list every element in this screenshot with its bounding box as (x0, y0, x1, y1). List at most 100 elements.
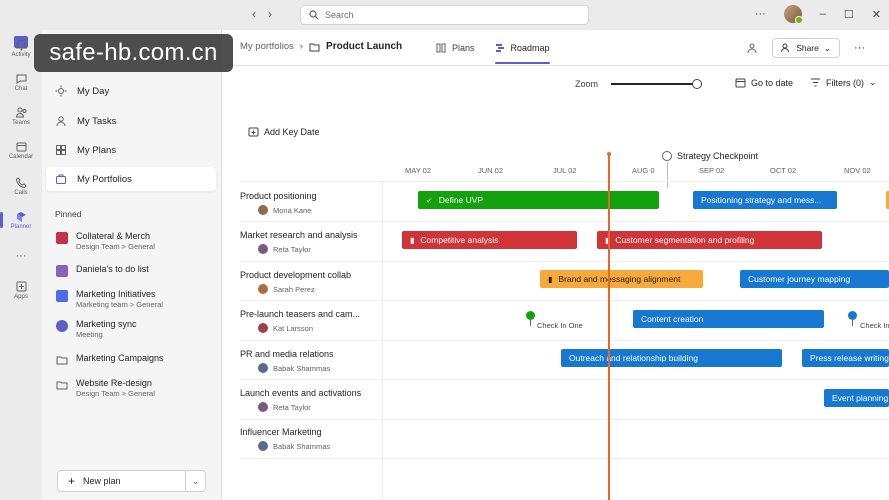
bar-label: Define UVP (438, 195, 484, 205)
key-date-checkpoint[interactable]: Strategy Checkpoint (662, 151, 758, 161)
pinned-title: Marketing Campaigns (76, 353, 164, 363)
rail-label: Activity (11, 52, 31, 58)
bar-label: Customer segmentation and profiling (615, 235, 755, 245)
zoom-slider[interactable] (611, 83, 702, 85)
roadmap-bar[interactable]: Press release writing (802, 349, 889, 367)
roadmap-bar[interactable]: Customer journey mapping (740, 270, 889, 288)
nav-my-portfolios[interactable]: My Portfolios (46, 167, 216, 191)
pinned-plan[interactable]: Marketing Initiatives Marketing team > Ge… (56, 289, 163, 310)
more-options-icon[interactable]: ··· (755, 8, 766, 20)
folder-icon (309, 42, 320, 52)
roadmap-row[interactable] (240, 379, 889, 419)
share-button[interactable]: Share ⌄ (772, 38, 840, 58)
search-input[interactable]: Search (300, 5, 589, 25)
row-title[interactable]: Influencer Marketing (240, 427, 322, 437)
rail-label: Planner (10, 224, 32, 230)
rail-planner[interactable]: Planner (0, 210, 42, 230)
roadmap-bar[interactable]: Positioning strategy and mess... (693, 191, 837, 209)
roadmap-toolbar: Zoom Go to date Filters (0) ⌄ (222, 70, 889, 98)
members-icon[interactable] (746, 42, 758, 54)
row-title[interactable]: Launch events and activations (240, 388, 361, 398)
share-label: Share (796, 43, 819, 53)
roadmap-bar[interactable]: ▮ Competitive analysis (402, 231, 577, 249)
nav-my-plans[interactable]: My Plans (55, 144, 116, 156)
user-avatar[interactable] (783, 5, 803, 24)
rail-label: Chat (14, 86, 28, 92)
roadmap-row[interactable] (240, 419, 889, 459)
close-icon[interactable]: ✕ (872, 8, 881, 21)
zoom-slider-thumb[interactable] (692, 79, 703, 89)
bar-label: Brand and messaging alignment (558, 274, 681, 284)
filters-button[interactable]: Filters (0) ⌄ (810, 77, 877, 88)
go-to-date-button[interactable]: Go to date (735, 77, 793, 88)
back-arrow-icon[interactable]: ‹ (252, 7, 256, 21)
milestone-marker[interactable] (848, 311, 857, 326)
more-options-icon[interactable]: ··· (854, 42, 865, 54)
apps-icon (16, 281, 26, 292)
row-title[interactable]: PR and media relations (240, 349, 334, 359)
planner-icon (16, 212, 26, 222)
loop-icon (56, 320, 68, 332)
rail-chat[interactable]: Chat (0, 72, 42, 92)
owner-avatar (258, 244, 268, 254)
owner-avatar (258, 441, 268, 451)
roadmap-bar[interactable]: ✓ Define UVP (418, 191, 659, 209)
pinned-plan[interactable]: Marketing sync Meeting (56, 319, 137, 340)
new-plan-button[interactable]: + New plan ⌄ (57, 470, 206, 492)
tab-label: Plans (452, 43, 475, 53)
owner-avatar (258, 402, 268, 412)
month-label: NOV 02 (844, 166, 871, 175)
rail-apps[interactable]: Apps (0, 280, 42, 300)
filter-icon (811, 78, 820, 87)
calendar-add-icon (248, 127, 259, 137)
title-bar: ‹ › Search ··· – ☐ ✕ (0, 0, 889, 30)
pinned-plan[interactable]: Collateral & Merch Design Team > General (56, 231, 155, 252)
rail-more[interactable]: ··· (0, 250, 42, 262)
roadmap-bar[interactable]: ▮Customer segmentation and profiling (597, 231, 822, 249)
nav-my-day[interactable]: My Day (55, 85, 109, 97)
pinned-title: Daniela's to do list (76, 264, 149, 274)
roadmap-bar[interactable]: Outreach and relationship building (561, 349, 782, 367)
row-title[interactable]: Pre-launch teasers and cam... (240, 309, 360, 319)
timeline-months: MAY 02 JUN 02 JUL 02 AUG 0 SEP 02 OCT 02… (222, 166, 889, 180)
tab-plans[interactable]: Plans (436, 30, 475, 66)
row-title[interactable]: Market research and analysis (240, 230, 358, 240)
folder-icon (56, 379, 68, 391)
plus-icon: + (68, 474, 76, 488)
rail-label: Teams (12, 120, 30, 126)
milestone-label: Check In One (537, 321, 583, 330)
breadcrumb-parent[interactable]: My portfolios (240, 41, 294, 52)
folder-icon (56, 354, 68, 366)
milestone-marker[interactable] (526, 311, 535, 326)
calendar-icon (16, 142, 26, 152)
pinned-subtitle: Design Team > General (76, 389, 155, 398)
pinned-plan[interactable]: Website Re-design Design Team > General (56, 378, 155, 399)
roadmap-bar[interactable]: Event planning (824, 389, 889, 407)
nav-label: My Plans (77, 144, 117, 156)
roadmap-bar[interactable]: ▮ Brand and messaging alignment (540, 270, 703, 288)
minimize-icon[interactable]: – (820, 8, 826, 20)
roadmap-bar[interactable]: Content creation (633, 310, 824, 328)
row-title[interactable]: Product development collab (240, 270, 351, 280)
nav-label: My Day (77, 85, 110, 97)
history-nav: ‹ › (252, 7, 272, 21)
tab-roadmap[interactable]: Roadmap (494, 30, 550, 66)
nav-my-tasks[interactable]: My Tasks (55, 115, 116, 127)
pinned-plan[interactable]: Daniela's to do list (56, 264, 149, 277)
row-owner: Reta Taylor (273, 403, 311, 412)
milestone-label: Check In (860, 321, 889, 330)
owner-avatar (258, 205, 268, 215)
maximize-icon[interactable]: ☐ (844, 8, 854, 21)
row-title[interactable]: Product positioning (240, 191, 317, 201)
rail-calendar[interactable]: Calendar (0, 140, 42, 160)
search-placeholder: Search (325, 10, 354, 20)
chevron-down-icon: ⌄ (823, 42, 831, 53)
bell-icon (15, 40, 27, 51)
rail-teams[interactable]: Teams (0, 106, 42, 126)
forward-arrow-icon[interactable]: › (268, 7, 272, 21)
chevron-down-icon[interactable]: ⌄ (185, 471, 205, 491)
pinned-plan[interactable]: Marketing Campaigns (56, 353, 164, 366)
rail-calls[interactable]: Calls (0, 176, 42, 196)
add-key-date-button[interactable]: Add Key Date (248, 126, 320, 137)
rail-label: Calls (14, 190, 28, 196)
